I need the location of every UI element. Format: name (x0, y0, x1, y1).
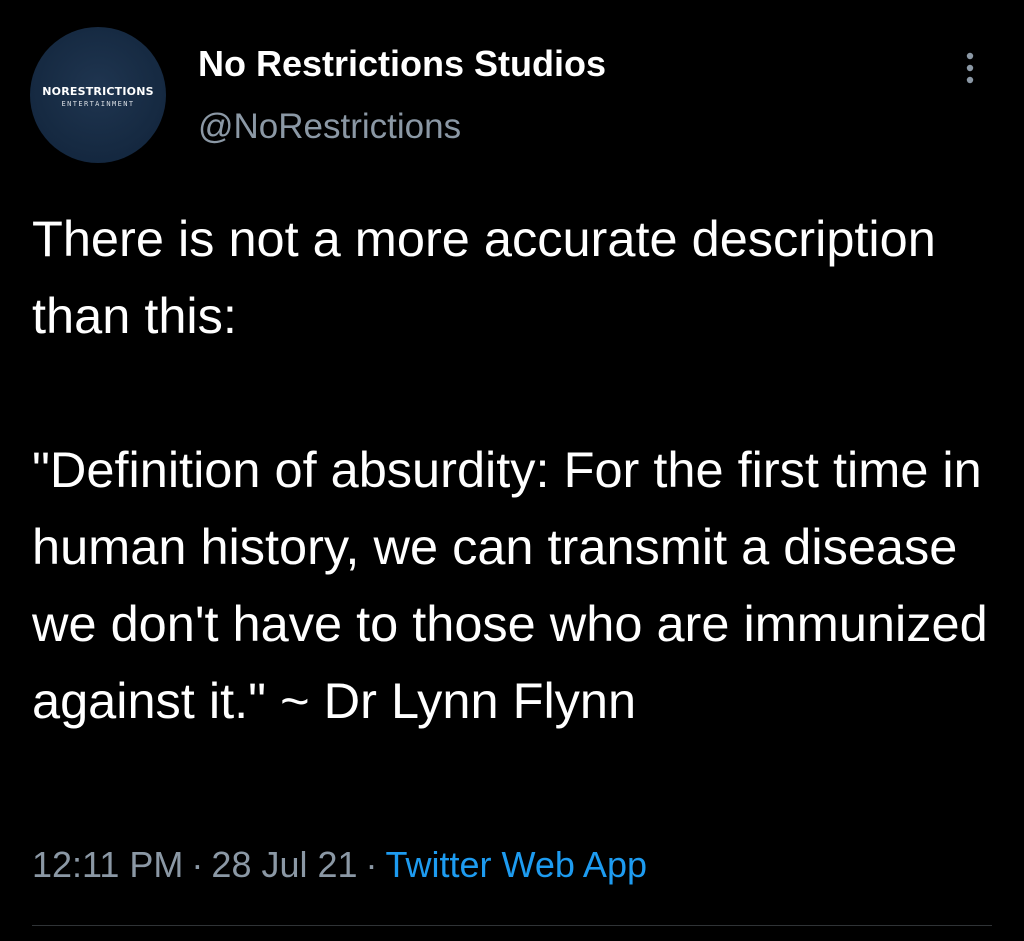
tweet-meta: 12:11 PM · 28 Jul 21 · Twitter Web App (32, 840, 647, 890)
more-vertical-icon (966, 52, 974, 84)
tweet-paragraph: There is not a more accurate description… (32, 210, 936, 344)
avatar-logo-sub-text: ENTERTAINMENT (61, 99, 135, 108)
divider (32, 925, 992, 926)
author-display-name[interactable]: No Restrictions Studios (198, 42, 606, 86)
tweet-time[interactable]: 12:11 PM (32, 844, 183, 885)
tweet-text: There is not a more accurate description… (32, 200, 992, 739)
tweet-paragraph: "Definition of absurdity: For the first … (32, 441, 988, 729)
avatar[interactable]: NORESTRICTIONS ENTERTAINMENT (30, 27, 166, 163)
meta-separator: · (191, 844, 204, 885)
tweet-source-link[interactable]: Twitter Web App (386, 844, 647, 885)
more-options-button[interactable] (952, 44, 988, 92)
tweet-date[interactable]: 28 Jul 21 (211, 844, 357, 885)
meta-separator: · (365, 844, 378, 885)
avatar-logo-main-text: NORESTRICTIONS (42, 84, 154, 98)
author-handle[interactable]: @NoRestrictions (198, 105, 461, 149)
tweet: NORESTRICTIONS ENTERTAINMENT No Restrict… (0, 0, 1024, 941)
